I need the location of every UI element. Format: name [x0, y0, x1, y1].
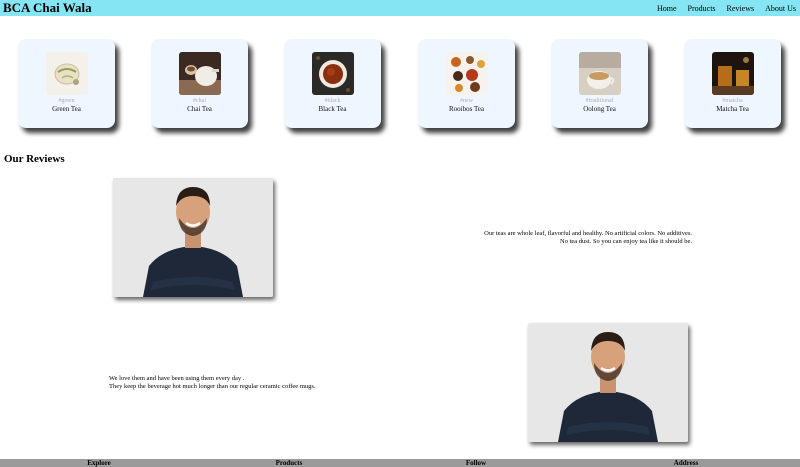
chai-tea-image: [179, 52, 221, 95]
product-card-matcha-tea[interactable]: #matcha Matcha Tea: [684, 39, 781, 128]
product-name: Green Tea: [52, 105, 81, 113]
product-tag: #green: [58, 98, 75, 104]
product-tag: #new: [460, 98, 473, 104]
product-tag: #traditional: [585, 98, 614, 104]
navbar: BCA Chai Wala Home Products Reviews Abou…: [0, 0, 800, 16]
product-name: Oolong Tea: [583, 105, 616, 113]
reviewer-photo: [113, 178, 273, 297]
product-tag: #matcha: [722, 98, 743, 104]
product-card-green-tea[interactable]: #green Green Tea: [18, 39, 115, 128]
reviewer-photo: [528, 323, 688, 442]
review-text-2: We love them and have been using them ev…: [109, 375, 429, 391]
review-line: They keep the beverage hot much longer t…: [109, 383, 316, 390]
review-line: No tea dust. So you can enjoy tea like i…: [560, 238, 692, 245]
product-cards: #green Green Tea #chai Chai Tea #black B…: [0, 39, 800, 129]
oolong-tea-image: [579, 52, 621, 95]
review-line: We love them and have been using them ev…: [109, 375, 245, 382]
footer-address[interactable]: Address: [674, 459, 698, 467]
black-tea-image: [312, 52, 354, 95]
product-card-rooibos-tea[interactable]: #new Rooibos Tea: [418, 39, 515, 128]
nav-home[interactable]: Home: [657, 4, 677, 13]
brand-logo[interactable]: BCA Chai Wala: [3, 0, 92, 16]
product-card-black-tea[interactable]: #black Black Tea: [284, 39, 381, 128]
product-name: Rooibos Tea: [449, 105, 484, 113]
product-card-oolong-tea[interactable]: #traditional Oolong Tea: [551, 39, 648, 128]
green-tea-image: [46, 52, 88, 95]
product-tag: #chai: [193, 98, 206, 104]
matcha-tea-image: [712, 52, 754, 95]
product-name: Matcha Tea: [716, 105, 749, 113]
reviews-heading: Our Reviews: [4, 153, 65, 165]
footer-products[interactable]: Products: [276, 459, 303, 467]
review-text-1: Our teas are whole leaf, flavorful and h…: [372, 230, 692, 246]
nav-reviews[interactable]: Reviews: [727, 4, 755, 13]
rooibos-tea-image: [446, 52, 488, 95]
product-name: Chai Tea: [187, 105, 212, 113]
footer: Explore Products Follow Address: [0, 459, 800, 467]
product-tag: #black: [324, 98, 341, 104]
nav-links: Home Products Reviews About Us: [657, 4, 796, 13]
review-line: Our teas are whole leaf, flavorful and h…: [484, 230, 692, 237]
nav-products[interactable]: Products: [688, 4, 716, 13]
product-card-chai-tea[interactable]: #chai Chai Tea: [151, 39, 248, 128]
footer-explore[interactable]: Explore: [87, 459, 111, 467]
nav-about-us[interactable]: About Us: [765, 4, 796, 13]
product-name: Black Tea: [318, 105, 347, 113]
footer-follow[interactable]: Follow: [466, 459, 486, 467]
